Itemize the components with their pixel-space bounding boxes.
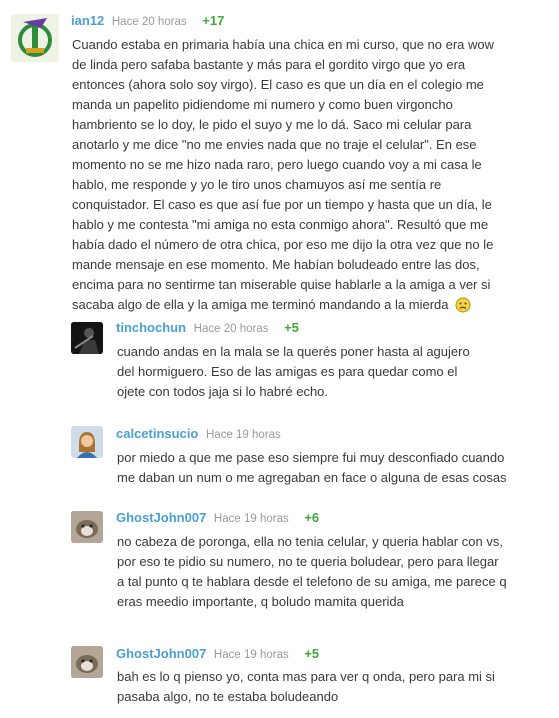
comment-body: Cuando estaba en primaria había una chic… xyxy=(72,35,504,319)
score-badge: +6 xyxy=(304,510,320,525)
comment-body: no cabeza de poronga, ella no tenia celu… xyxy=(117,534,507,609)
timestamp: Hace 20 horas xyxy=(111,16,187,28)
timestamp: Hace 20 horas xyxy=(193,323,269,335)
username[interactable]: calcetinsucio xyxy=(116,426,198,441)
username[interactable]: tinchochun xyxy=(116,320,186,335)
score-badge: +5 xyxy=(284,320,299,335)
comment-reply: GhostJohn007 Hace 19 horas +6 no cabeza … xyxy=(0,500,559,620)
woman-photo-avatar[interactable] xyxy=(71,426,103,458)
comment: ian12 Hace 20 horas +17 Cuando estaba en… xyxy=(0,0,559,313)
dog-photo-avatar[interactable] xyxy=(71,511,103,543)
comment-body: por miedo a que me pase eso siempre fui … xyxy=(117,450,507,485)
username[interactable]: GhostJohn007 xyxy=(116,646,206,661)
dark-photo-avatar[interactable] xyxy=(71,322,103,354)
comment-body: cuando andas en la mala se la querés pon… xyxy=(117,344,470,399)
dog-photo-avatar[interactable] xyxy=(71,646,103,678)
comment-reply: calcetinsucio Hace 19 horas por miedo a … xyxy=(0,416,559,496)
comment-text: Cuando estaba en primaria había una chic… xyxy=(72,37,495,312)
comment-reply: GhostJohn007 Hace 19 horas +5 bah es lo … xyxy=(0,636,559,718)
username[interactable]: ian12 xyxy=(71,13,104,28)
username[interactable]: GhostJohn007 xyxy=(116,510,206,525)
score-badge: +17 xyxy=(202,13,225,28)
green-logo-avatar[interactable] xyxy=(11,14,59,62)
comment-reply: tinchochun Hace 20 horas +5 cuando andas… xyxy=(0,310,559,410)
timestamp: Hace 19 horas xyxy=(213,513,289,525)
timestamp: Hace 19 horas xyxy=(213,649,289,661)
comment-body: bah es lo q pienso yo, conta mas para ve… xyxy=(117,669,495,704)
comment-thread: ian12 Hace 20 horas +17 Cuando estaba en… xyxy=(0,0,559,718)
timestamp: Hace 19 horas xyxy=(206,429,281,441)
score-badge: +5 xyxy=(304,646,320,661)
